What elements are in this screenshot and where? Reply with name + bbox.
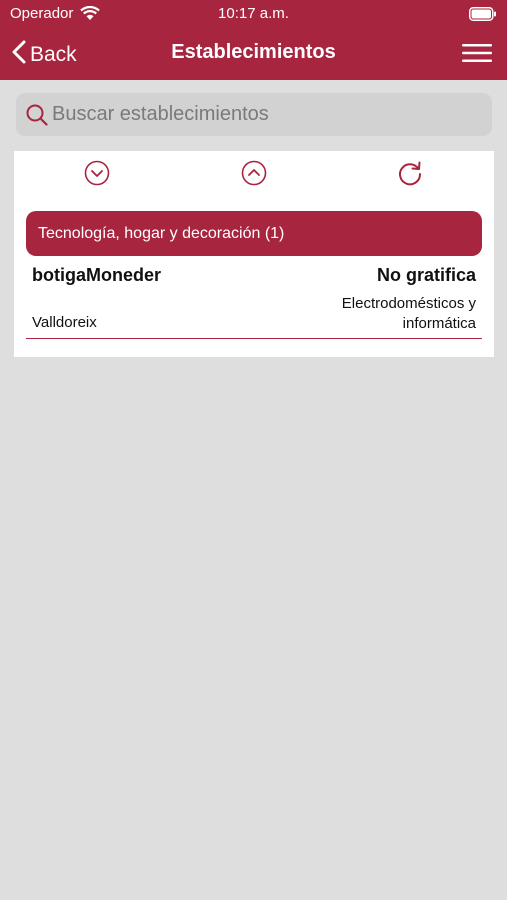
establishment-location: Valldoreix [32,314,97,331]
establishments-panel: Tecnología, hogar y decoración (1) botig… [14,151,494,357]
refresh-button[interactable] [397,160,423,191]
expand-all-button[interactable] [84,160,110,191]
establishment-name: botigaMoneder [32,265,161,285]
search-input[interactable] [52,93,482,136]
search-bar [16,93,492,136]
category-header[interactable]: Tecnología, hogar y decoración (1) [26,211,482,256]
chevron-down-circle-icon [84,160,110,190]
gratification-status: No gratifica [376,265,476,285]
refresh-icon [397,161,423,190]
list-item[interactable]: botigaMoneder No gratifica Electrodomést… [26,261,482,339]
status-bar: Operador 10:17 a.m. [0,0,507,28]
battery-icon [469,7,497,26]
page-title: Establecimientos [171,41,336,63]
search-icon [26,104,48,131]
clock-time: 10:17 a.m. [218,5,289,22]
navigation-bar: Back Establecimientos [0,28,507,80]
chevron-up-circle-icon [241,160,267,190]
collapse-all-button[interactable] [241,160,267,191]
establishment-type: Electrodomésticos y informática [341,295,476,332]
hamburger-menu-icon [462,44,492,67]
menu-button[interactable] [462,43,492,68]
